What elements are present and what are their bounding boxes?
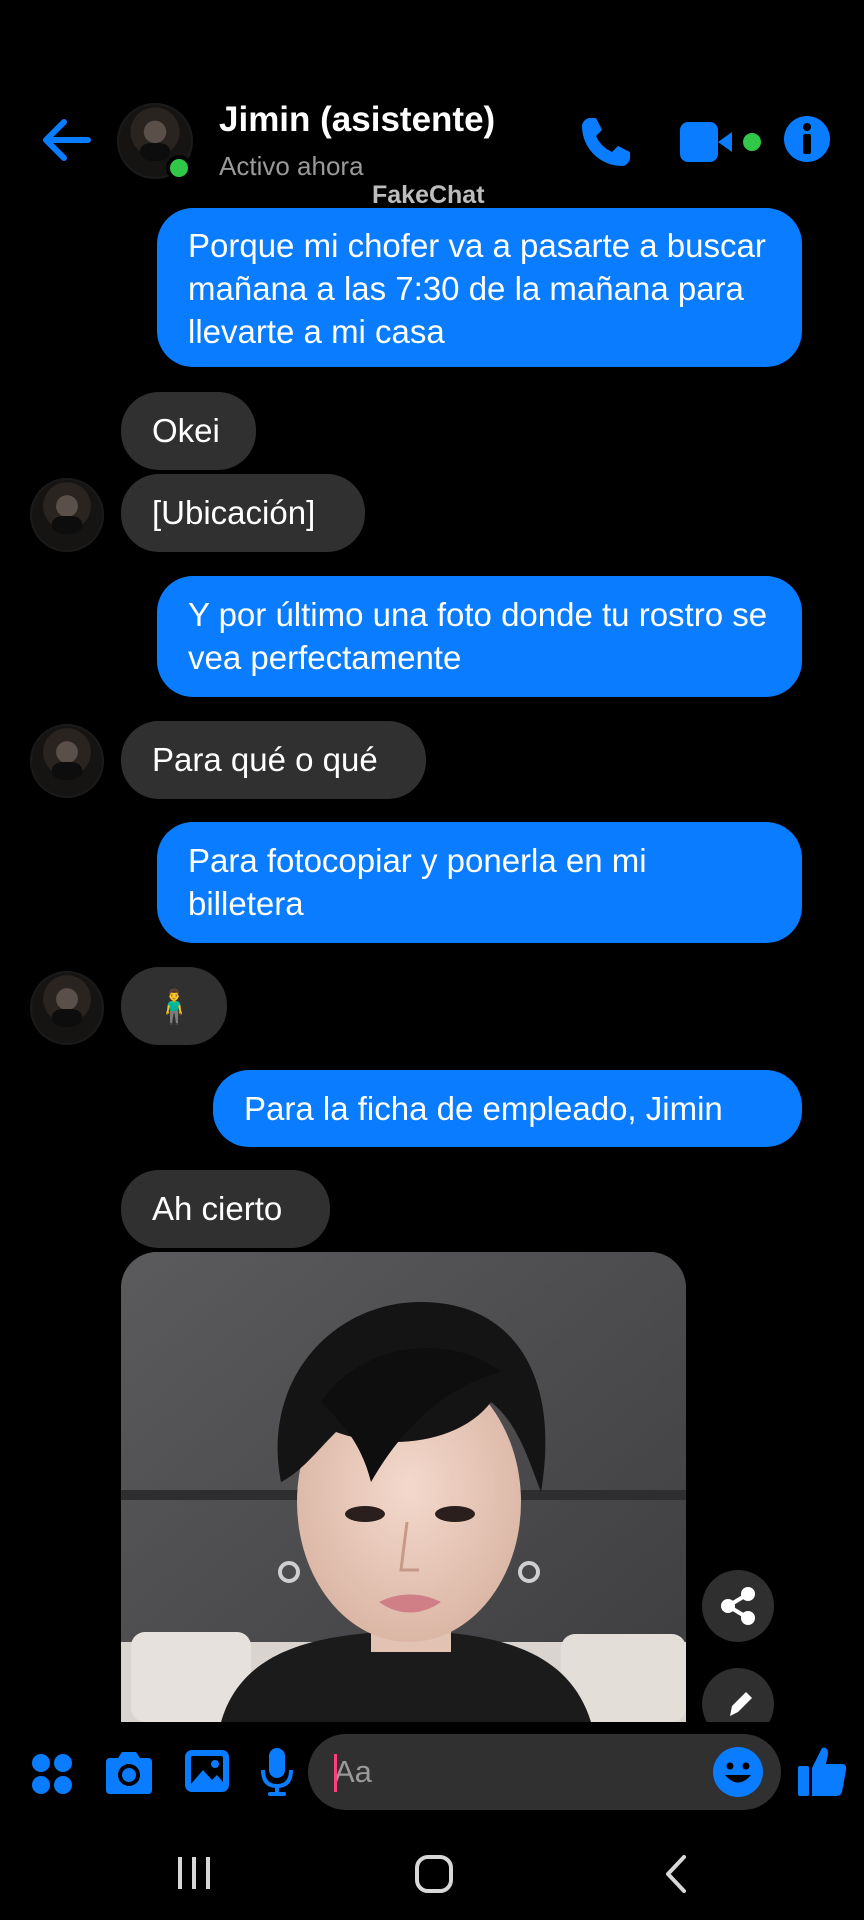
message-bubble-outgoing[interactable]: Porque mi chofer va a pasarte a buscar m… [157,208,802,367]
message-bubble-incoming-emoji[interactable]: 🧍‍♂️ [121,967,227,1045]
camera-icon[interactable] [102,1748,156,1798]
message-input[interactable] [308,1734,781,1810]
contact-name[interactable]: Jimin (asistente) [219,100,495,140]
online-status-dot [166,155,192,181]
message-bubble-incoming[interactable]: Ah cierto [121,1170,330,1248]
image-icon[interactable] [182,1746,232,1796]
app-watermark: FakeChat [372,181,485,209]
photo-attachment[interactable] [121,1252,686,1722]
message-bubble-outgoing[interactable]: Para la ficha de empleado, Jimin [213,1070,802,1147]
contact-avatar-small[interactable] [30,724,104,798]
microphone-icon[interactable] [260,1746,294,1798]
video-camera-icon[interactable] [678,118,770,168]
phone-icon[interactable] [578,114,634,170]
portrait-image [121,1252,686,1722]
thumbs-up-icon[interactable] [796,1744,848,1798]
share-button[interactable] [702,1570,774,1642]
contact-avatar-small[interactable] [30,971,104,1045]
home-icon[interactable] [414,1854,454,1894]
message-bubble-incoming[interactable]: Okei [121,392,256,470]
message-bubble-incoming[interactable]: Para qué o qué [121,721,426,799]
contact-avatar-small[interactable] [30,478,104,552]
back-icon[interactable] [662,1854,690,1894]
back-arrow-icon[interactable] [38,112,94,168]
contact-status: Activo ahora [219,151,364,181]
recent-apps-icon[interactable] [174,1856,214,1890]
apps-icon[interactable] [30,1752,74,1796]
info-icon[interactable] [782,114,832,164]
text-cursor [334,1754,337,1792]
message-bubble-incoming[interactable]: [Ubicación] [121,474,365,552]
share-icon [721,1587,755,1625]
emoji-icon[interactable] [712,1746,764,1798]
message-bubble-outgoing[interactable]: Y por último una foto donde tu rostro se… [157,576,802,697]
message-bubble-outgoing[interactable]: Para fotocopiar y ponerla en mi billeter… [157,822,802,943]
